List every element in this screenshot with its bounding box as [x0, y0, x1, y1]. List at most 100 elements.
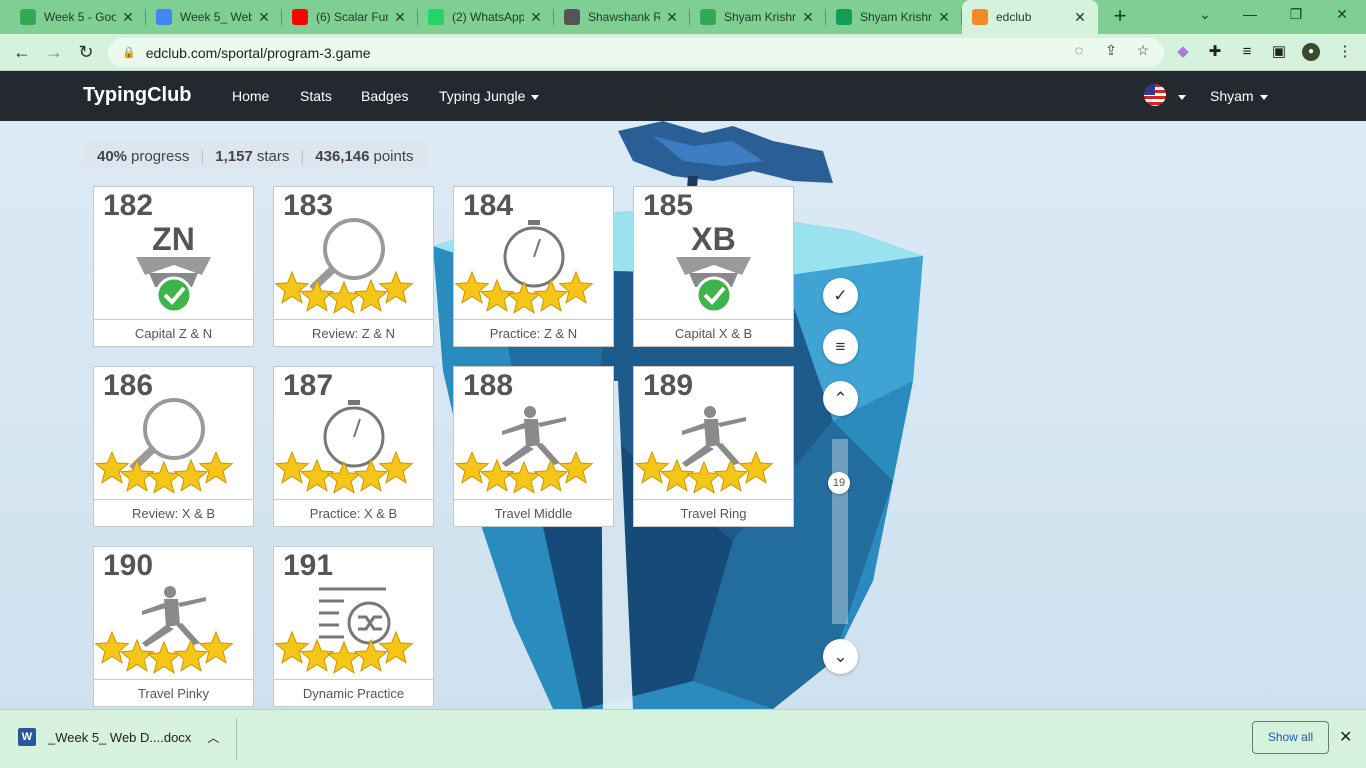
- close-tab-icon[interactable]: ✕: [664, 9, 680, 26]
- close-tab-icon[interactable]: ✕: [256, 9, 272, 26]
- points-count: 436,146: [315, 147, 370, 165]
- browser-tab[interactable]: Shyam Krishn ✕: [826, 0, 962, 34]
- minimize-icon[interactable]: —: [1240, 6, 1260, 26]
- user-menu[interactable]: Shyam: [1210, 88, 1268, 104]
- nav-typing-jungle[interactable]: Typing Jungle: [439, 88, 540, 104]
- star-icon: [146, 640, 182, 674]
- openai-icon: [564, 9, 580, 25]
- lesson-title: Travel Middle: [454, 499, 613, 526]
- browser-tab[interactable]: Week 5 - Goo ✕: [10, 0, 146, 34]
- side-panel-icon[interactable]: ▣: [1270, 43, 1288, 61]
- chevron-down-icon: [1178, 94, 1186, 100]
- close-download-bar-icon[interactable]: ✕: [1339, 727, 1352, 747]
- stopwatch-icon: [323, 400, 385, 468]
- lesson-card[interactable]: 186 Review: X & B: [93, 366, 254, 527]
- new-tab-button[interactable]: +: [1108, 5, 1132, 29]
- lesson-title: Practice: Z & N: [454, 319, 613, 346]
- yoga-pose-icon: [142, 586, 206, 647]
- google-sheets-icon: [836, 9, 852, 25]
- check-circle-icon: [155, 276, 193, 314]
- lesson-card[interactable]: 190 Travel Pinky: [93, 546, 254, 707]
- reload-icon[interactable]: ↻: [75, 41, 97, 63]
- close-tab-icon[interactable]: ✕: [936, 9, 952, 26]
- address-bar[interactable]: 🔒 edclub.com/sportal/program-3.game: [108, 38, 1164, 67]
- google-drive-icon: [20, 9, 36, 25]
- close-tab-icon[interactable]: ✕: [1072, 9, 1088, 26]
- lesson-card[interactable]: 187 Practice: X & B: [273, 366, 434, 527]
- whatsapp-icon: [428, 9, 444, 25]
- browser-tab[interactable]: (2) WhatsApp ✕: [418, 0, 554, 34]
- yoga-pose-icon: [682, 406, 746, 467]
- language-dropdown[interactable]: [1172, 88, 1186, 104]
- star-icon: [378, 270, 414, 304]
- browser-tab[interactable]: Shyam Krishn ✕: [690, 0, 826, 34]
- download-bar: W _Week 5_ Web D....docx ︿ Show all ✕: [0, 709, 1366, 768]
- lock-icon: 🔒: [122, 47, 136, 59]
- close-tab-icon[interactable]: ✕: [800, 9, 816, 26]
- browser-menu-icon[interactable]: ⋮: [1336, 43, 1354, 61]
- browser-tab[interactable]: edclub ✕: [962, 0, 1098, 34]
- check-circle-icon: [695, 276, 733, 314]
- show-all-button[interactable]: Show all: [1252, 721, 1329, 754]
- star-icon: [94, 630, 130, 664]
- star-icon: [454, 450, 490, 484]
- eye-off-icon[interactable]: ◌: [1070, 41, 1088, 59]
- lesson-card[interactable]: XB 185 Capital X & B: [633, 186, 794, 347]
- browser-tab[interactable]: Week 5_ Web ✕: [146, 0, 282, 34]
- google-docs-icon: [156, 9, 172, 25]
- yoga-pose-icon: [502, 406, 566, 467]
- star-icon: [274, 270, 310, 304]
- close-tab-icon[interactable]: ✕: [120, 9, 136, 26]
- divider: [236, 718, 237, 760]
- nav-stats[interactable]: Stats: [300, 88, 332, 104]
- nav-home[interactable]: Home: [232, 88, 269, 104]
- lesson-card[interactable]: 184 Practice: Z & N: [453, 186, 614, 347]
- check-icon[interactable]: ✓: [823, 278, 858, 313]
- star-icon: [326, 640, 362, 674]
- close-tab-icon[interactable]: ✕: [392, 9, 408, 26]
- scroll-down-icon[interactable]: ⌄: [823, 639, 858, 674]
- url-text: edclub.com/sportal/program-3.game: [145, 44, 371, 61]
- scroll-up-icon[interactable]: ⌃: [823, 381, 858, 416]
- close-tab-icon[interactable]: ✕: [528, 9, 544, 26]
- tab-title: Shyam Krishn: [860, 10, 932, 24]
- profile-avatar[interactable]: ●: [1302, 43, 1320, 61]
- us-flag-icon[interactable]: [1144, 84, 1166, 106]
- level-slider-track[interactable]: [832, 439, 848, 624]
- media-queue-icon[interactable]: ≡: [1238, 43, 1256, 61]
- chevron-up-icon[interactable]: ︿: [207, 729, 219, 746]
- star-icon: [558, 270, 594, 304]
- star-icon: [686, 460, 722, 494]
- forward-icon[interactable]: →: [43, 41, 65, 63]
- chevron-down-icon: [531, 94, 540, 100]
- close-window-icon[interactable]: ✕: [1332, 6, 1352, 26]
- tab-search-icon[interactable]: ⌄: [1195, 6, 1215, 26]
- lesson-card[interactable]: 189 Travel Ring: [633, 366, 794, 527]
- lesson-number: 185: [643, 189, 694, 222]
- star-icon: [274, 630, 310, 664]
- divider: |: [300, 147, 305, 165]
- extension-icon[interactable]: ◆: [1174, 43, 1192, 61]
- nav-badges[interactable]: Badges: [361, 88, 408, 104]
- site-header: TypingClub Home Stats Badges Typing Jung…: [0, 71, 1366, 121]
- browser-tab[interactable]: (6) Scalar Fun ✕: [282, 0, 418, 34]
- brand-logo[interactable]: TypingClub: [83, 84, 192, 107]
- bookmark-star-icon[interactable]: ☆: [1134, 41, 1152, 59]
- menu-icon[interactable]: ≡: [823, 329, 858, 364]
- youtube-icon: [292, 9, 308, 25]
- lesson-card[interactable]: 191 Dynamic Practice: [273, 546, 434, 707]
- lesson-card[interactable]: ZN 182 Capital Z & N: [93, 186, 254, 347]
- tab-title: Week 5 - Goo: [44, 10, 116, 24]
- restore-icon[interactable]: ❐: [1286, 6, 1306, 26]
- share-icon[interactable]: ⇪: [1102, 41, 1120, 59]
- lesson-card[interactable]: 183 Review: Z & N: [273, 186, 434, 347]
- star-icon: [454, 270, 490, 304]
- back-icon[interactable]: ←: [11, 41, 33, 63]
- lesson-card[interactable]: 188 Travel Middle: [453, 366, 614, 527]
- level-slider-knob[interactable]: 19: [828, 472, 850, 494]
- browser-tab[interactable]: Shawshank R ✕: [554, 0, 690, 34]
- lesson-title: Travel Pinky: [94, 679, 253, 706]
- puzzle-extensions-icon[interactable]: ✚: [1206, 43, 1224, 61]
- download-item[interactable]: W _Week 5_ Web D....docx ︿: [18, 728, 219, 746]
- divider: |: [200, 147, 205, 165]
